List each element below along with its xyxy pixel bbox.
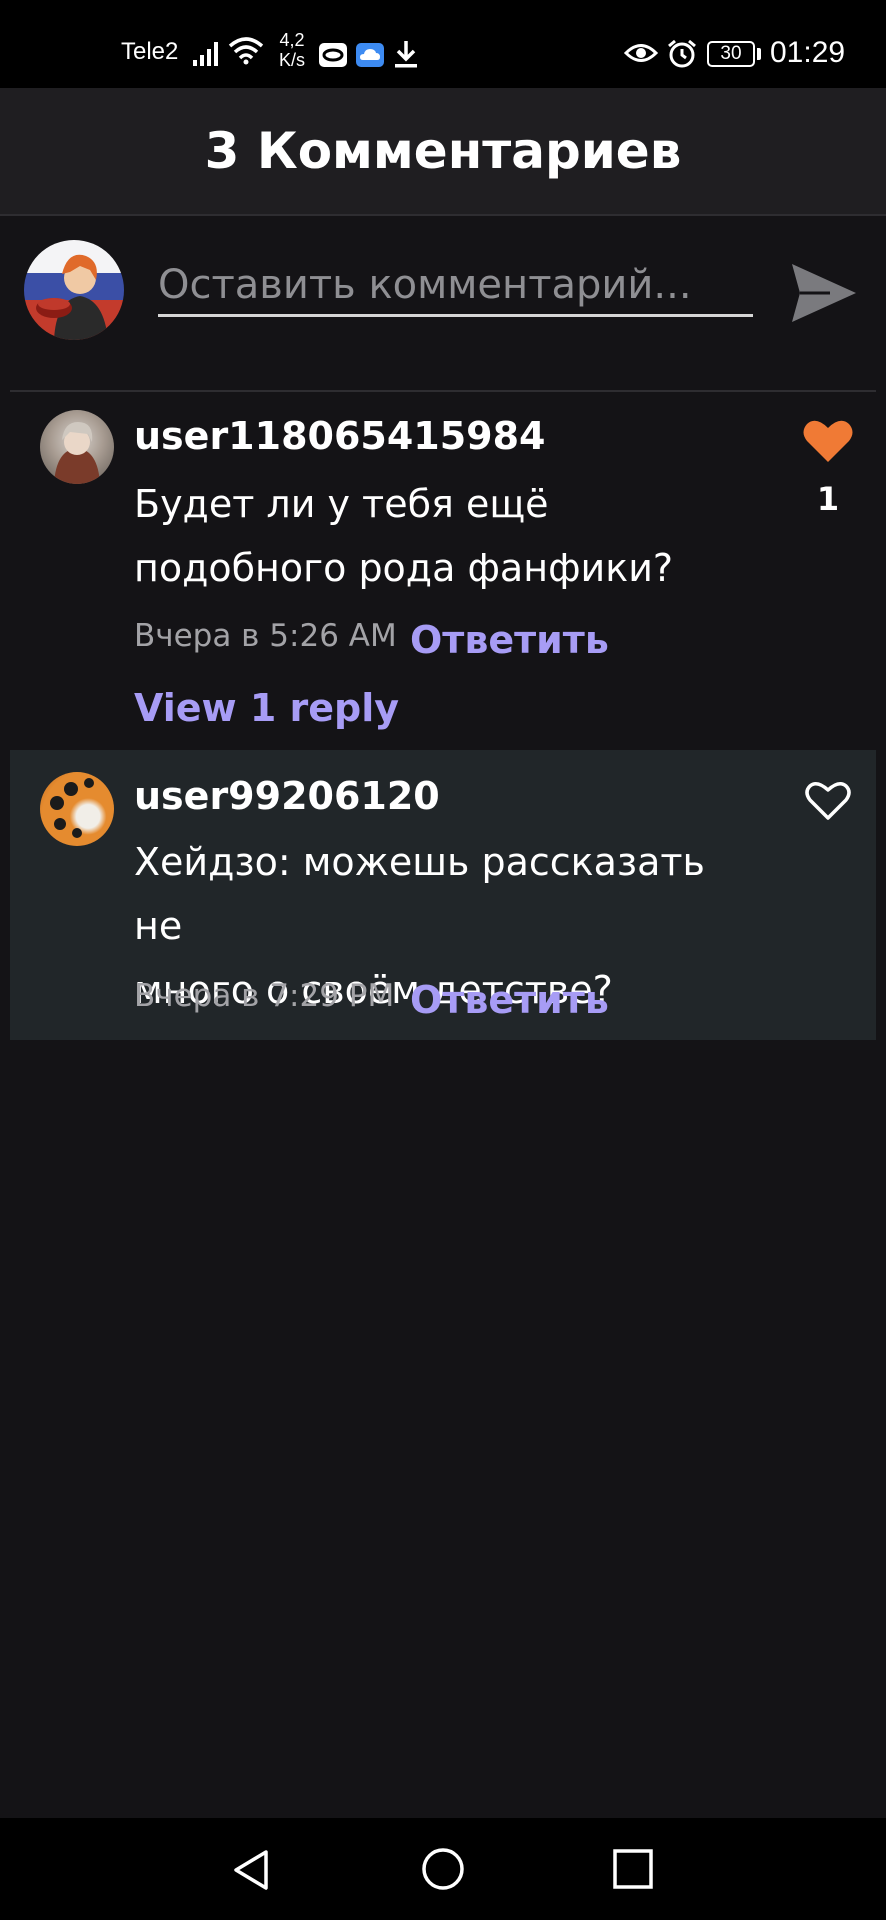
signal-icon (192, 38, 222, 72)
status-bar: Tele2 4,2 K/s 30 01:29 (0, 0, 886, 88)
comments-header: 3 Комментариев (0, 88, 886, 216)
speed-unit: K/s (278, 50, 305, 70)
battery-tip (757, 48, 761, 60)
battery-icon: 30 (707, 41, 755, 67)
comment-item-highlighted: user99206120 Хейдзо: можешь рассказать н… (10, 750, 876, 1040)
view-replies-link[interactable]: View 1 reply (134, 686, 399, 730)
comment-username[interactable]: user99206120 (134, 774, 440, 818)
page-title: 3 Комментариев (204, 122, 682, 180)
like-count: 1 (816, 480, 840, 518)
eye-icon (623, 40, 659, 70)
heart-filled-icon[interactable] (802, 418, 854, 464)
comment-text-line: Хейдзо: можешь рассказать не (134, 840, 705, 948)
comment-text: Будет ли у тебя ещё подобного рода фанфи… (134, 472, 754, 600)
app-icon (318, 42, 348, 72)
system-nav-bar (0, 1818, 886, 1920)
heart-outline-icon[interactable] (802, 778, 854, 824)
comment-timestamp: Вчера в 7:29 PM (134, 978, 395, 1014)
user-avatar[interactable] (40, 410, 114, 484)
speed-value: 4,2 (279, 30, 305, 50)
comment-username[interactable]: user118065415984 (134, 414, 545, 458)
user-avatar[interactable] (40, 772, 114, 846)
reply-button[interactable]: Ответить (410, 978, 609, 1022)
battery-level: 30 (720, 43, 742, 64)
clock: 01:29 (770, 36, 846, 69)
cloud-icon (355, 42, 385, 72)
download-icon (392, 38, 420, 74)
network-speed: 4,2 K/s (275, 30, 309, 70)
home-icon[interactable] (420, 1846, 466, 1896)
back-icon[interactable] (230, 1848, 274, 1896)
comment-item: user118065415984 Будет ли у тебя ещё под… (10, 392, 876, 750)
carrier-label: Tele2 (121, 38, 179, 65)
wifi-icon (228, 36, 264, 70)
reply-button[interactable]: Ответить (410, 618, 609, 662)
comment-input[interactable] (158, 256, 753, 317)
comment-timestamp: Вчера в 5:26 AM (134, 618, 397, 654)
recents-icon[interactable] (612, 1848, 654, 1894)
send-icon[interactable] (790, 262, 858, 328)
my-avatar (24, 240, 124, 340)
comment-text-line: Будет ли у тебя ещё (134, 482, 549, 526)
alarm-icon (666, 38, 698, 74)
comment-text-line: подобного рода фанфики? (134, 546, 674, 590)
comment-compose (0, 216, 886, 392)
